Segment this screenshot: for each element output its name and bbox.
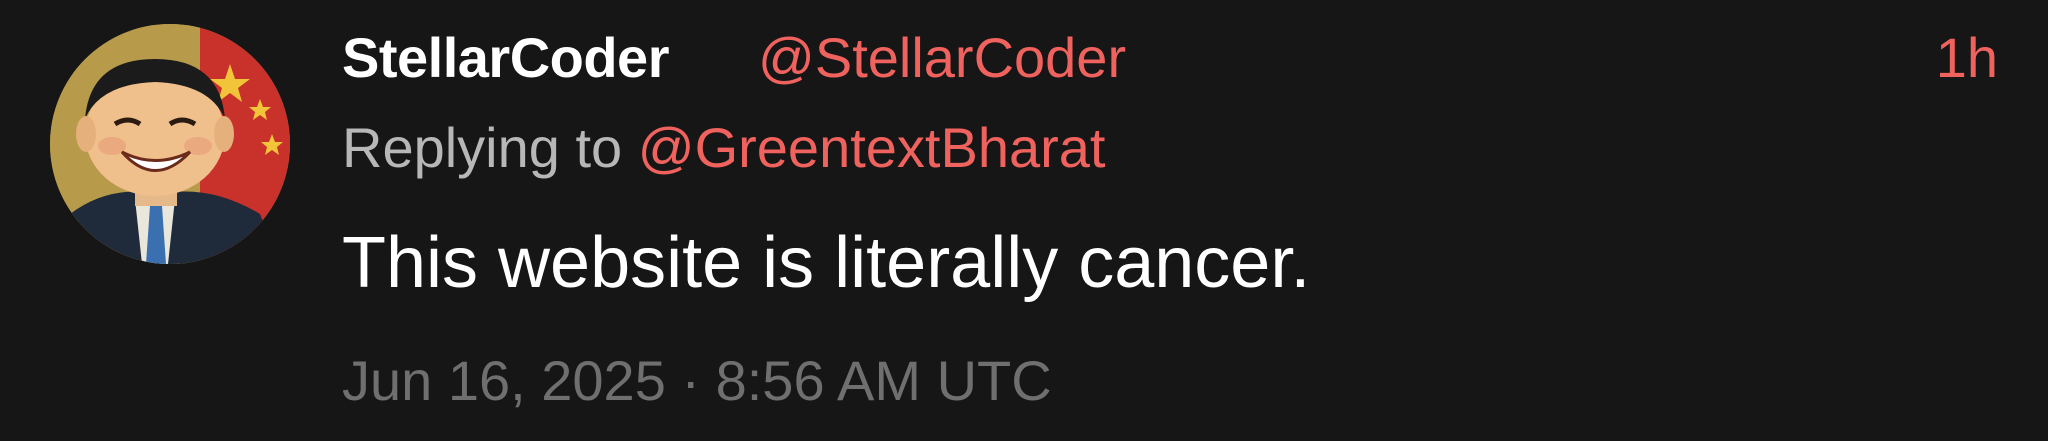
tweet-body: This website is literally cancer.	[342, 223, 1311, 303]
tweet-timestamp[interactable]: Jun 16, 2025 · 8:56 AM UTC	[342, 345, 1052, 417]
author-handle[interactable]: @StellarCoder	[758, 22, 1126, 94]
tweet-card: StellarCoder @StellarCoder 1h Replying t…	[0, 0, 2048, 441]
relative-time[interactable]: 1h	[1936, 22, 1998, 94]
replying-to: Replying to @GreentextBharat	[342, 112, 1105, 184]
replying-to-handle[interactable]: @GreentextBharat	[638, 116, 1106, 179]
avatar[interactable]	[50, 24, 290, 264]
avatar-image	[50, 24, 290, 264]
replying-to-label: Replying to	[342, 116, 638, 179]
author-display-name[interactable]: StellarCoder	[342, 22, 670, 94]
